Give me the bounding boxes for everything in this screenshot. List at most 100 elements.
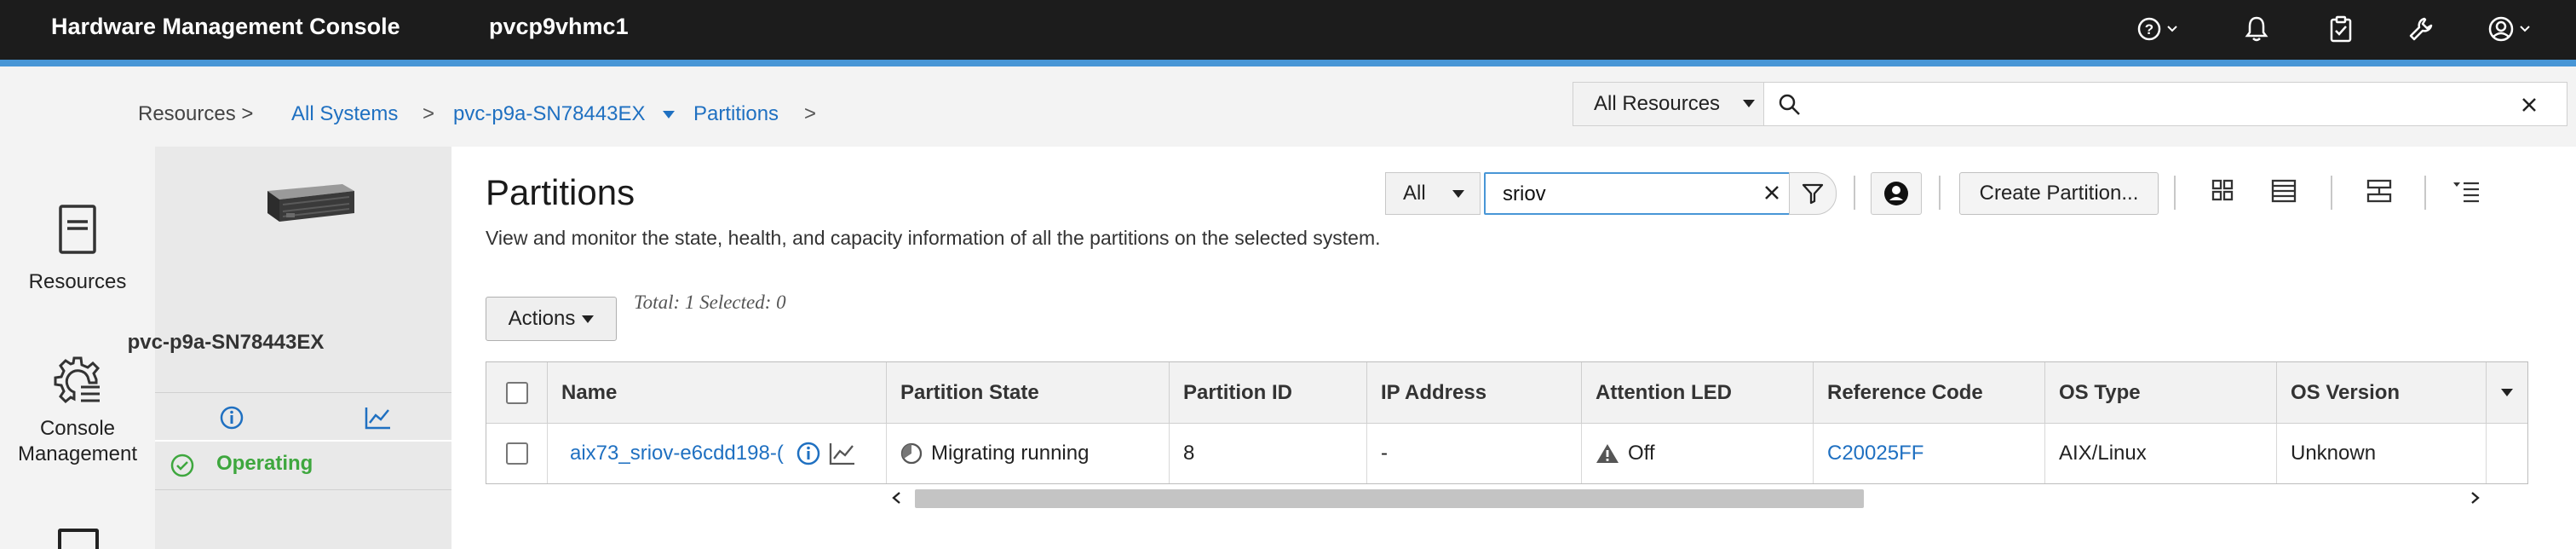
clear-search-icon[interactable] [2521,96,2538,113]
toolbar-separator [1939,176,1941,210]
accent-bar [0,60,2576,66]
nav-resources[interactable]: Resources [0,205,155,295]
info-icon[interactable] [796,442,820,465]
divider [155,440,451,442]
breadcrumb-partitions[interactable]: Partitions [693,102,779,126]
row-select-checkbox[interactable] [505,442,528,465]
column-header-ip-address[interactable]: IP Address [1367,362,1582,424]
search-scope-select[interactable]: All Resources [1573,83,1764,125]
table-cell-partition-state: Migrating running [887,424,1170,483]
svg-text:?: ? [2145,21,2153,38]
search-scope-label: All Resources [1594,92,1721,115]
table-cell-os-version: Unknown [2277,424,2487,483]
table-cell-partition-id: 8 [1170,424,1367,483]
nav-resources-label: Resources [28,270,127,293]
top-bar: Hardware Management Console pvcp9vhmc1 ? [0,0,2576,66]
warning-icon [1596,442,1619,465]
column-header-os-type[interactable]: OS Type [2045,362,2277,424]
column-settings-icon[interactable] [2452,179,2481,203]
select-all-header [486,362,548,424]
nav-next-item-icon[interactable] [58,529,99,549]
user-filter-button[interactable] [1871,172,1922,215]
table-view-icon[interactable] [2271,179,2297,203]
help-menu-button[interactable]: ? [2136,12,2177,46]
breadcrumb-separator: > [804,102,817,125]
column-header-partition-state[interactable]: Partition State [887,362,1170,424]
wrench-icon [2407,15,2435,43]
user-icon [2487,15,2515,43]
search-icon [1778,93,1802,117]
column-menu-button[interactable] [2487,362,2527,424]
toolbar-separator [1854,176,1855,210]
page-title: Partitions [486,172,635,212]
partition-name-link[interactable]: aix73_sriov-e6cdd198-( [570,442,788,465]
toolbar-separator [2174,176,2176,210]
migrating-state-icon [900,442,923,465]
caret-down-icon [1743,100,1755,107]
column-header-reference-code[interactable]: Reference Code [1814,362,2045,424]
chevron-down-icon [2167,26,2177,32]
actions-button[interactable]: Actions [486,297,617,341]
server-hardware-image [261,179,356,227]
create-partition-button[interactable]: Create Partition... [1959,172,2159,215]
table-cell-reference-code: C20025FF [1814,424,2045,483]
table-cell-ip-address: - [1367,424,1582,483]
column-header-attention-led[interactable]: Attention LED [1582,362,1814,424]
toolbar-separator [2424,176,2426,210]
info-tab-icon[interactable] [220,406,244,430]
chevron-down-icon [2520,26,2530,32]
performance-tab-icon[interactable] [365,406,392,430]
breadcrumb-all-systems[interactable]: All Systems [291,102,398,126]
column-header-partition-id[interactable]: Partition ID [1170,362,1367,424]
breadcrumb-system[interactable]: pvc-p9a-SN78443EX [453,102,645,126]
toolbar-separator [2331,176,2332,210]
nav-console-management-label: Console Management [17,417,138,465]
server-icon [59,205,96,254]
topology-view-icon[interactable] [2366,179,2392,203]
reference-code-link[interactable]: C20025FF [1827,442,1923,465]
help-icon: ? [2136,16,2162,42]
horizontal-scrollbar[interactable] [884,486,2487,510]
status-ok-icon [170,454,194,477]
scroll-right-icon[interactable] [2470,491,2481,505]
global-search: All Resources [1573,82,2567,126]
scroll-left-icon[interactable] [891,491,901,505]
select-all-checkbox[interactable] [505,381,528,404]
breadcrumb-system-dropdown-icon[interactable] [663,111,675,118]
table-cell-os-type: AIX/Linux [2045,424,2277,483]
caret-down-icon [582,315,595,323]
table-cell-attention-led: Off [1582,424,1814,483]
nav-console-management[interactable]: Console Management [0,355,155,467]
attention-led-text: Off [1628,442,1655,465]
settings-button[interactable] [2407,12,2435,46]
partition-state-text: Migrating running [931,442,1090,465]
divider [155,392,451,393]
host-name: pvcp9vhmc1 [489,14,629,39]
tasks-button[interactable] [2329,12,2353,46]
filter-scope-select[interactable]: All [1385,172,1481,215]
performance-chart-icon[interactable] [829,442,856,465]
notifications-button[interactable] [2244,12,2269,46]
system-status: Operating [216,452,313,475]
page-description: View and monitor the state, health, and … [486,227,1381,249]
system-name: pvc-p9a-SN78443EX [127,331,325,354]
scrollbar-thumb[interactable] [915,489,1864,508]
selection-summary: Total: 1 Selected: 0 [634,292,786,313]
funnel-icon [1802,182,1824,205]
clear-filter-icon[interactable] [1763,184,1780,201]
bell-icon [2244,15,2269,43]
caret-down-icon [1452,190,1464,198]
filter-input-value: sriov [1503,182,1546,205]
user-menu-button[interactable] [2487,12,2530,46]
divider [155,489,451,490]
user-circle-icon [1883,181,1909,206]
breadcrumb-separator: > [423,102,435,125]
app-title: Hardware Management Console [51,14,400,39]
column-header-os-version[interactable]: OS Version [2277,362,2487,424]
tile-view-icon[interactable] [2211,179,2234,201]
console-settings-icon [52,355,103,406]
filter-input[interactable]: sriov [1484,172,1791,215]
column-header-name[interactable]: Name [548,362,887,424]
left-nav: Resources Console Management [0,170,155,549]
filter-button[interactable] [1789,172,1837,215]
